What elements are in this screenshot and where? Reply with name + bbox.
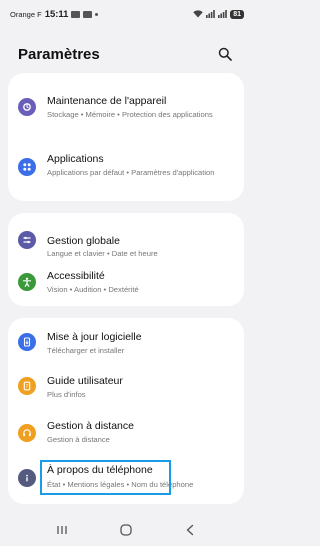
back-icon[interactable]	[180, 520, 200, 540]
accessibility-icon	[18, 273, 36, 291]
menu-item-remote-support[interactable]: Gestion à distance Gestion à distance	[8, 416, 244, 450]
menu-item-accessibility[interactable]: Accessibilité Vision • Audition • Dextér…	[8, 268, 244, 302]
signal-icon-2	[218, 10, 228, 18]
menu-item-title: Applications	[47, 153, 104, 165]
battery-indicator: 81	[230, 9, 244, 19]
user-guide-icon: ?	[18, 377, 36, 395]
menu-item-title: Gestion à distance	[47, 420, 134, 432]
menu-item-subtitle: État • Mentions légales • Nom du télépho…	[47, 480, 194, 489]
signal-icon	[206, 10, 216, 18]
menu-item-subtitle: Plus d'infos	[47, 390, 86, 399]
recents-icon[interactable]	[52, 520, 72, 540]
sliders-icon	[18, 231, 36, 249]
menu-item-title: Gestion globale	[47, 235, 120, 247]
menu-item-software-update[interactable]: Mise à jour logicielle Télécharger et in…	[8, 326, 244, 360]
menu-item-subtitle: Applications par défaut • Paramètres d'a…	[47, 168, 215, 177]
menu-item-subtitle: Vision • Audition • Dextérité	[47, 285, 139, 294]
gallery-notification-icon	[71, 10, 81, 18]
menu-item-title: Mise à jour logicielle	[47, 331, 142, 343]
svg-text:?: ?	[26, 384, 29, 390]
page-title: Paramètres	[18, 45, 100, 63]
carrier-label: Orange F	[10, 9, 42, 19]
device-care-icon	[18, 98, 36, 116]
menu-item-applications[interactable]: Applications Applications par défaut • P…	[8, 148, 244, 196]
status-bar: Orange F 15:11 81	[0, 0, 252, 28]
message-notification-icon	[83, 10, 93, 18]
settings-card-device: Maintenance de l'appareil Stockage • Mém…	[8, 73, 244, 201]
settings-card-support: Mise à jour logicielle Télécharger et in…	[8, 318, 244, 504]
navigation-bar	[0, 514, 252, 546]
wifi-icon	[193, 10, 203, 18]
menu-item-device-care[interactable]: Maintenance de l'appareil Stockage • Mém…	[8, 89, 244, 137]
menu-item-title: Accessibilité	[47, 270, 105, 282]
info-icon	[18, 469, 36, 487]
menu-item-subtitle: Langue et clavier • Date et heure	[47, 249, 158, 258]
apps-icon	[18, 158, 36, 176]
menu-item-about-phone[interactable]: À propos du téléphone État • Mentions lé…	[8, 462, 244, 498]
menu-item-title: Guide utilisateur	[47, 375, 123, 387]
menu-item-general-management[interactable]: Gestion globale Langue et clavier • Date…	[8, 223, 244, 258]
menu-item-subtitle: Télécharger et installer	[47, 346, 125, 355]
menu-item-user-guide[interactable]: ? Guide utilisateur Plus d'infos	[8, 370, 244, 404]
more-notifications-icon	[95, 12, 99, 16]
software-update-icon	[18, 333, 36, 351]
settings-card-general: Gestion globale Langue et clavier • Date…	[8, 213, 244, 306]
home-icon[interactable]	[116, 520, 136, 540]
headset-icon	[18, 424, 36, 442]
menu-item-subtitle: Gestion à distance	[47, 435, 110, 444]
menu-item-subtitle: Stockage • Mémoire • Protection des appl…	[47, 110, 213, 119]
menu-item-title: Maintenance de l'appareil	[47, 95, 167, 107]
header: Paramètres	[0, 38, 252, 70]
clock: 15:11	[44, 8, 69, 20]
menu-item-title: À propos du téléphone	[47, 464, 153, 476]
search-icon[interactable]	[216, 45, 234, 63]
